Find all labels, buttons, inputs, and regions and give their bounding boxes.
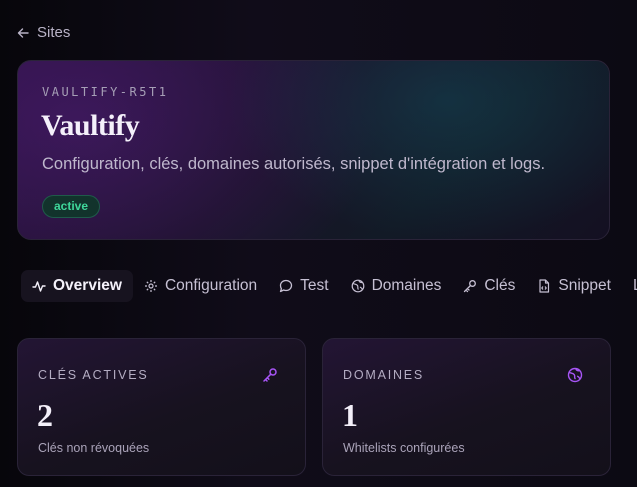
tab-label: L <box>633 277 637 295</box>
back-link-label: Sites <box>37 24 71 41</box>
tab-label: Snippet <box>558 277 611 294</box>
tab-overview[interactable]: Overview <box>21 270 133 302</box>
tab-label: Test <box>300 277 329 294</box>
stat-value: 1 <box>342 397 358 433</box>
stat-value: 2 <box>37 397 53 433</box>
tab-configuration[interactable]: Configuration <box>133 270 268 302</box>
tab-snippet[interactable]: Snippet <box>526 270 622 302</box>
tab-domaines[interactable]: Domaines <box>340 270 453 302</box>
status-badge: active <box>42 195 101 218</box>
tab-bar: Overview Configuration Test Domaines Clé… <box>21 268 637 304</box>
stat-label: DOMAINES <box>343 368 425 382</box>
site-id: VAULTIFY-R5T1 <box>42 85 169 99</box>
stat-card-active-keys: CLÉS ACTIVES 2 Clés non révoquées <box>17 338 306 476</box>
activity-icon <box>32 281 46 292</box>
stat-caption: Clés non révoquées <box>38 441 150 455</box>
back-to-sites-link[interactable]: Sites <box>17 24 70 41</box>
key-icon <box>263 368 277 382</box>
globe-icon <box>351 279 364 293</box>
key-icon <box>464 280 477 293</box>
stat-label: CLÉS ACTIVES <box>38 368 149 382</box>
chat-bubble-icon <box>279 279 293 293</box>
tab-test[interactable]: Test <box>268 270 339 302</box>
stat-card-domains: DOMAINES 1 Whitelists configurées <box>322 338 611 476</box>
file-code-icon <box>539 279 550 293</box>
tab-label: Clés <box>484 277 516 294</box>
gear-icon <box>144 280 157 292</box>
arrow-left-icon <box>17 27 29 38</box>
tab-label: Domaines <box>371 277 442 294</box>
globe-icon <box>567 367 583 383</box>
tab-cles[interactable]: Clés <box>452 270 526 302</box>
stat-caption: Whitelists configurées <box>343 441 465 455</box>
site-description: Configuration, clés, domaines autorisés,… <box>42 155 546 173</box>
page-title: Vaultify <box>41 109 140 142</box>
site-header-card: VAULTIFY-R5T1 Vaultify Configuration, cl… <box>17 60 610 240</box>
tab-logs[interactable]: L <box>622 270 637 302</box>
tab-label: Configuration <box>164 277 258 294</box>
tab-label: Overview <box>53 277 122 294</box>
